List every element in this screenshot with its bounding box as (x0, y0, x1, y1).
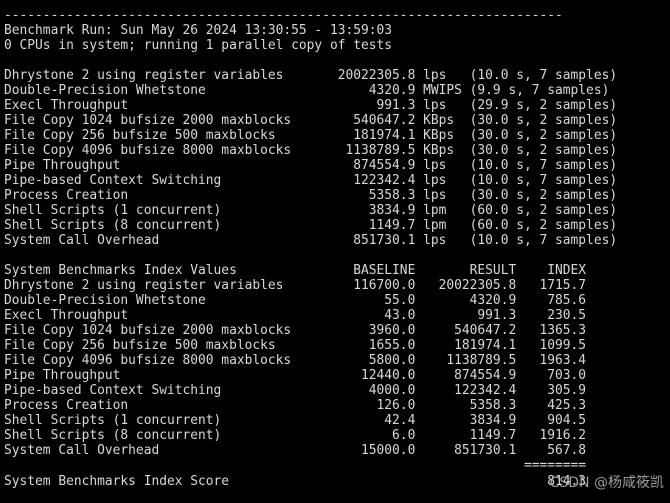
result-line: Pipe-based Context Switching 122342.4 lp… (4, 173, 618, 188)
index-row-line: System Call Overhead 15000.0 851730.1 56… (4, 443, 587, 458)
result-line: Execl Throughput 991.3 lps (29.9 s, 2 sa… (4, 98, 618, 113)
csdn-watermark: CSDN @杨咸筱凯 (549, 475, 664, 491)
separator-line: ----------------------------------------… (4, 8, 563, 23)
index-row-line: Process Creation 126.0 5358.3 425.3 (4, 398, 587, 413)
index-row-line: File Copy 256 bufsize 500 maxblocks 1655… (4, 338, 587, 353)
benchmark-run-line: Benchmark Run: Sun May 26 2024 13:30:55 … (4, 23, 393, 38)
index-row-line: Shell Scripts (1 concurrent) 42.4 3834.9… (4, 413, 587, 428)
terminal-window[interactable]: ----------------------------------------… (0, 0, 670, 503)
index-row-line: Pipe-based Context Switching 4000.0 1223… (4, 383, 587, 398)
result-line: System Call Overhead 851730.1 lps (10.0 … (4, 233, 618, 248)
index-row-line: Pipe Throughput 12440.0 874554.9 703.0 (4, 368, 587, 383)
result-line: File Copy 1024 bufsize 2000 maxblocks 54… (4, 113, 618, 128)
result-line: Shell Scripts (1 concurrent) 3834.9 lpm … (4, 203, 618, 218)
index-row-line: Double-Precision Whetstone 55.0 4320.9 7… (4, 293, 587, 308)
index-header-line: System Benchmarks Index Values BASELINE … (4, 263, 587, 278)
result-line: Double-Precision Whetstone 4320.9 MWIPS … (4, 83, 610, 98)
result-line: Pipe Throughput 874554.9 lps (10.0 s, 7 … (4, 158, 618, 173)
result-line: File Copy 256 bufsize 500 maxblocks 1819… (4, 128, 618, 143)
index-score-line: System Benchmarks Index Score 814.3 (4, 474, 587, 489)
index-row-line: File Copy 1024 bufsize 2000 maxblocks 39… (4, 323, 587, 338)
index-total-separator: ======== (4, 458, 587, 473)
result-line: Dhrystone 2 using register variables 200… (4, 68, 618, 83)
result-line: File Copy 4096 bufsize 8000 maxblocks 11… (4, 143, 618, 158)
index-row-line: File Copy 4096 bufsize 8000 maxblocks 58… (4, 353, 587, 368)
result-line: Process Creation 5358.3 lps (30.0 s, 2 s… (4, 188, 618, 203)
result-line: Shell Scripts (8 concurrent) 1149.7 lpm … (4, 218, 618, 233)
cpu-info-line: 0 CPUs in system; running 1 parallel cop… (4, 38, 393, 53)
index-row-line: Execl Throughput 43.0 991.3 230.5 (4, 308, 587, 323)
index-row-line: Shell Scripts (8 concurrent) 6.0 1149.7 … (4, 428, 587, 443)
index-row-line: Dhrystone 2 using register variables 116… (4, 278, 587, 293)
